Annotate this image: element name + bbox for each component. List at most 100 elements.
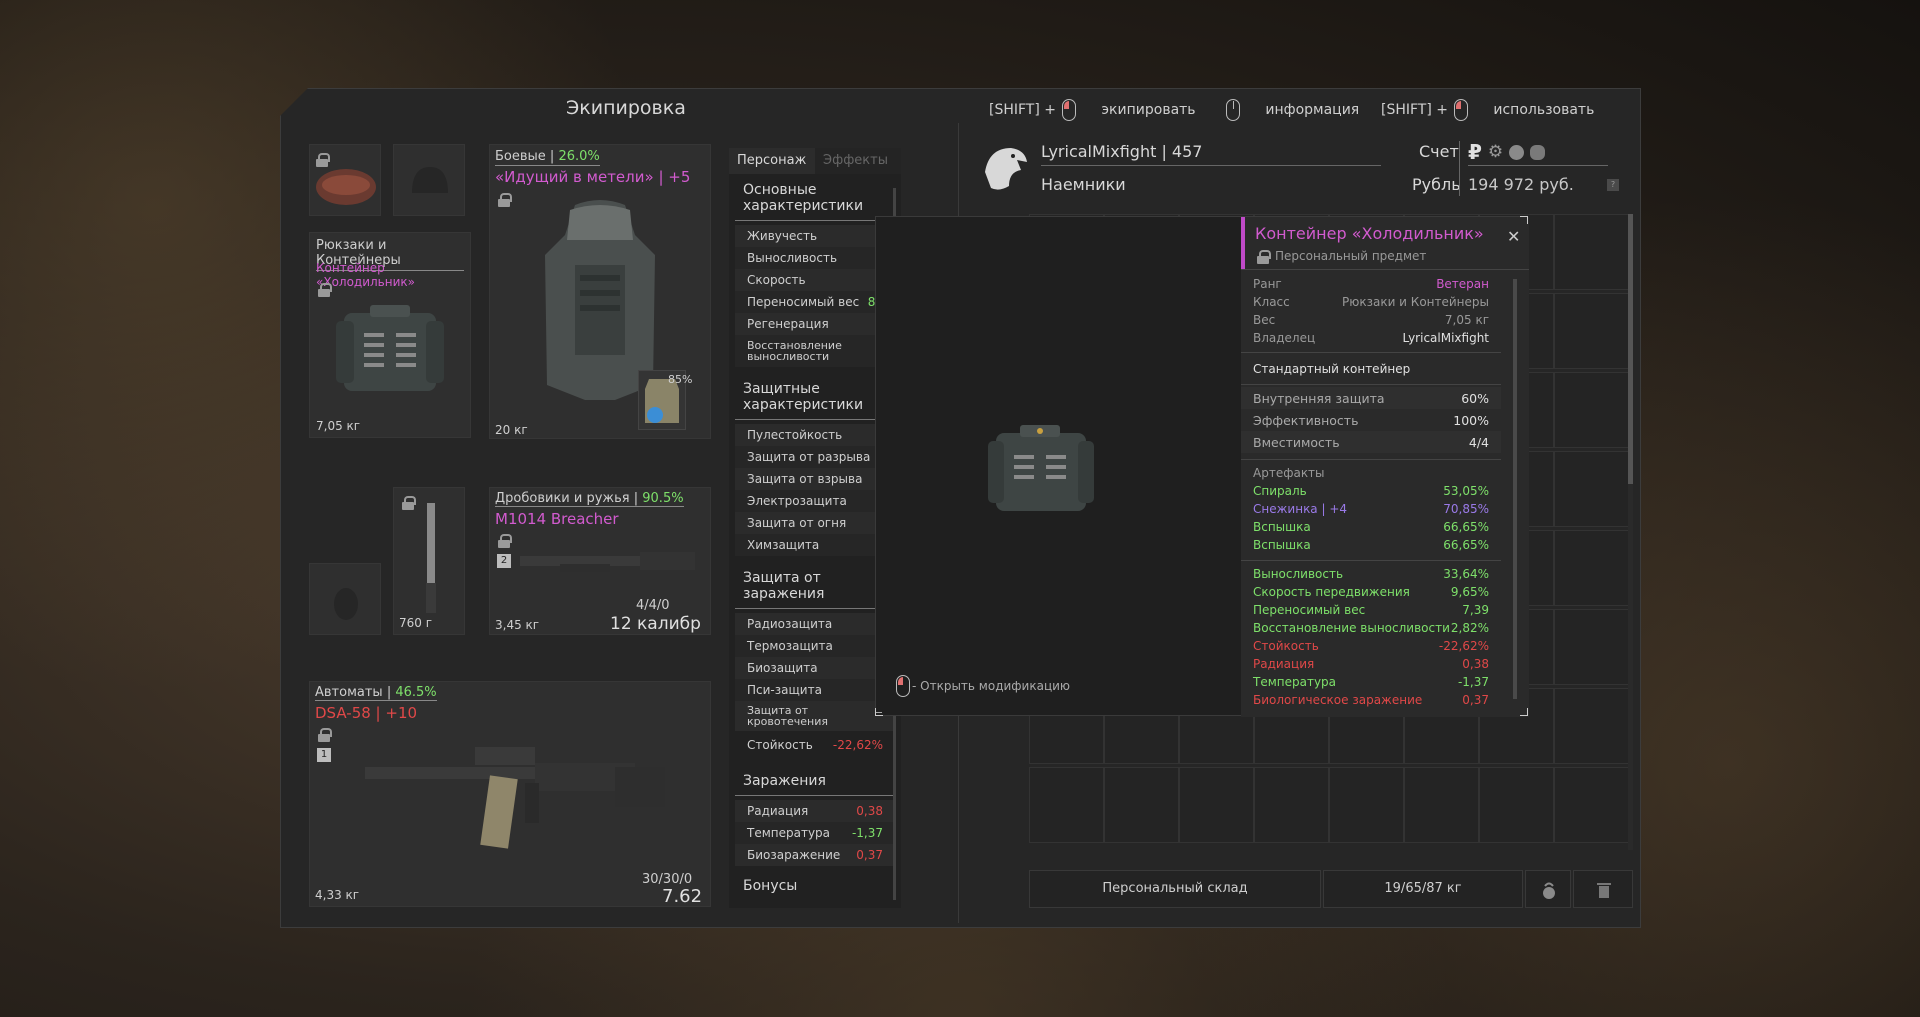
hint-use: [SHIFT] + использовать <box>1381 99 1594 121</box>
stash-cell[interactable] <box>1404 767 1479 843</box>
stats-tabs: Персонаж Эффекты <box>729 148 901 174</box>
lock-icon <box>498 534 512 548</box>
stash-cell[interactable] <box>1554 530 1629 606</box>
stat-row: Пси-защита <box>735 679 895 701</box>
stash-cell[interactable] <box>1554 688 1629 764</box>
knife-image <box>426 503 436 613</box>
hint-equip: [SHIFT] + экипировать <box>989 99 1196 121</box>
backpack-slot[interactable]: Рюкзаки и Контейнеры Контейнер «Холодиль… <box>309 232 471 438</box>
stat-row: Радиация 0,38 <box>735 800 895 822</box>
lock-icon <box>316 153 330 167</box>
armor-slot[interactable]: Боевые | 26.0% «Идущий в метели» | +5 85… <box>489 144 711 439</box>
section-main: Основные характеристики <box>735 174 895 221</box>
tooltip-meta: Ранг Ветеран Класс Рюкзаки и Контейнеры Ве… <box>1241 275 1501 709</box>
lock-icon <box>318 283 332 297</box>
effect-row: Восстановление выносливости 2,82% <box>1253 621 1489 635</box>
section-infections: Заражения <box>735 765 895 796</box>
ruble-icon[interactable]: ₽ <box>1468 140 1482 164</box>
stash-cell[interactable] <box>1554 293 1629 369</box>
stash-cell[interactable] <box>1554 451 1629 527</box>
trash-icon <box>1597 883 1611 898</box>
lock-icon <box>318 728 332 742</box>
stash-cell[interactable] <box>1554 372 1629 448</box>
personal-stash-button[interactable]: Персональный склад <box>1029 870 1321 908</box>
stash-weight: 19/65/87 кг <box>1323 870 1523 908</box>
tooltip-title: Контейнер «Холодильник» <box>1255 224 1484 243</box>
stat-row: Переносимый вес87 <box>735 291 895 313</box>
slot-badge: 1 <box>317 748 331 762</box>
stat-row: Защита от разрыва <box>735 446 895 468</box>
close-icon[interactable]: ✕ <box>1507 227 1520 246</box>
effect-row: Радиация 0,38 <box>1253 657 1489 671</box>
open-mod-hint: - Открыть модификацию <box>896 675 1070 697</box>
artifact-row: Спираль 53,05% <box>1253 484 1489 498</box>
stash-cell[interactable] <box>1029 767 1104 843</box>
stat-row: Защита от взрыва <box>735 468 895 490</box>
tooltip-details: Контейнер «Холодильник» Персональный пре… <box>1241 217 1529 717</box>
effect-row: Биологическое заражение 0,37 <box>1253 693 1489 707</box>
stat-row: Температура -1,37 <box>735 822 895 844</box>
lock-icon <box>402 496 416 510</box>
stat-row: Защита от кровотечения <box>735 701 895 731</box>
currency-icons: ₽ ⚙ <box>1468 140 1546 164</box>
grenade-slot[interactable] <box>309 563 381 635</box>
stat-row: Защита от огня <box>735 512 895 534</box>
effect-row: Температура -1,37 <box>1253 675 1489 689</box>
rifle-slot[interactable]: Автоматы | 46.5% DSA-58 | +10 1 30/30/0 … <box>309 681 711 907</box>
stash-cell[interactable] <box>1554 214 1629 290</box>
item-tooltip: - Открыть модификацию Контейнер «Холодил… <box>875 216 1529 717</box>
player-faction: Наемники <box>1041 175 1126 194</box>
stash-cell[interactable] <box>1104 767 1179 843</box>
artifact-row: Вспышка 66,65% <box>1253 520 1489 534</box>
stat-row: Выносливость1 <box>735 247 895 269</box>
stash-cell[interactable] <box>1254 767 1329 843</box>
effect-row: Стойкость -22,62% <box>1253 639 1489 653</box>
tooltip-scrollbar[interactable] <box>1513 279 1517 699</box>
shotgun-image <box>520 552 695 572</box>
shotgun-slot[interactable]: Дробовики и ружья | 90.5% M1014 Breacher… <box>489 487 711 635</box>
account-label: Счет <box>1419 142 1459 161</box>
helmet-slot[interactable] <box>393 144 465 216</box>
mask-slot[interactable] <box>309 144 381 216</box>
effect-row: Выносливость 33,64% <box>1253 567 1489 581</box>
rifle-image <box>365 747 665 849</box>
artifact-row: Вспышка 66,65% <box>1253 538 1489 552</box>
grenade-placeholder-icon <box>334 588 358 620</box>
tab-effects[interactable]: Эффекты <box>815 148 901 174</box>
stat-row: Радиозащита <box>735 613 895 635</box>
stat-row: Электрозащита <box>735 490 895 512</box>
coin-icon[interactable] <box>1509 144 1525 160</box>
artifact-row: Снежинка | +4 70,85% <box>1253 502 1489 516</box>
tab-character[interactable]: Персонаж <box>729 148 815 174</box>
currency-label: Рубль <box>1412 175 1461 194</box>
faction-eagle-icon <box>979 142 1029 194</box>
gear-icon[interactable]: ⚙ <box>1488 142 1503 162</box>
kettlebell-icon <box>1543 882 1555 899</box>
help-icon[interactable]: ? <box>1607 179 1619 191</box>
balance: 194 972 руб. <box>1468 175 1574 194</box>
stat-row: Скорость1 <box>735 269 895 291</box>
lock-icon <box>498 193 512 207</box>
stash-cell[interactable] <box>1179 767 1254 843</box>
container-image <box>336 305 444 391</box>
melee-slot[interactable]: 760 г <box>393 487 465 635</box>
stash-cell[interactable] <box>1479 767 1554 843</box>
stash-cell[interactable] <box>1329 767 1404 843</box>
lock-icon <box>1257 250 1271 264</box>
effect-row: Скорость передвижения 9,65% <box>1253 585 1489 599</box>
mouse-left-icon <box>1062 99 1077 121</box>
mouse-icon <box>1226 99 1240 121</box>
stash-cell[interactable] <box>1554 609 1629 685</box>
equipment-window: Экипировка [SHIFT] + экипировать информа… <box>280 88 1641 928</box>
section-contamination: Защита от заражения <box>735 562 895 609</box>
section-bonuses: Бонусы <box>743 878 798 894</box>
stash-cell[interactable] <box>1554 767 1629 843</box>
token-icon[interactable] <box>1530 144 1546 160</box>
delete-button[interactable] <box>1573 870 1633 908</box>
weight-button[interactable] <box>1525 870 1571 908</box>
mouse-left-icon <box>896 675 910 697</box>
stat-row: Живучесть1 <box>735 225 895 247</box>
stat-row: Химзащита <box>735 534 895 556</box>
stash-scrollbar[interactable] <box>1628 214 1633 850</box>
stat-row: Термозащита <box>735 635 895 657</box>
